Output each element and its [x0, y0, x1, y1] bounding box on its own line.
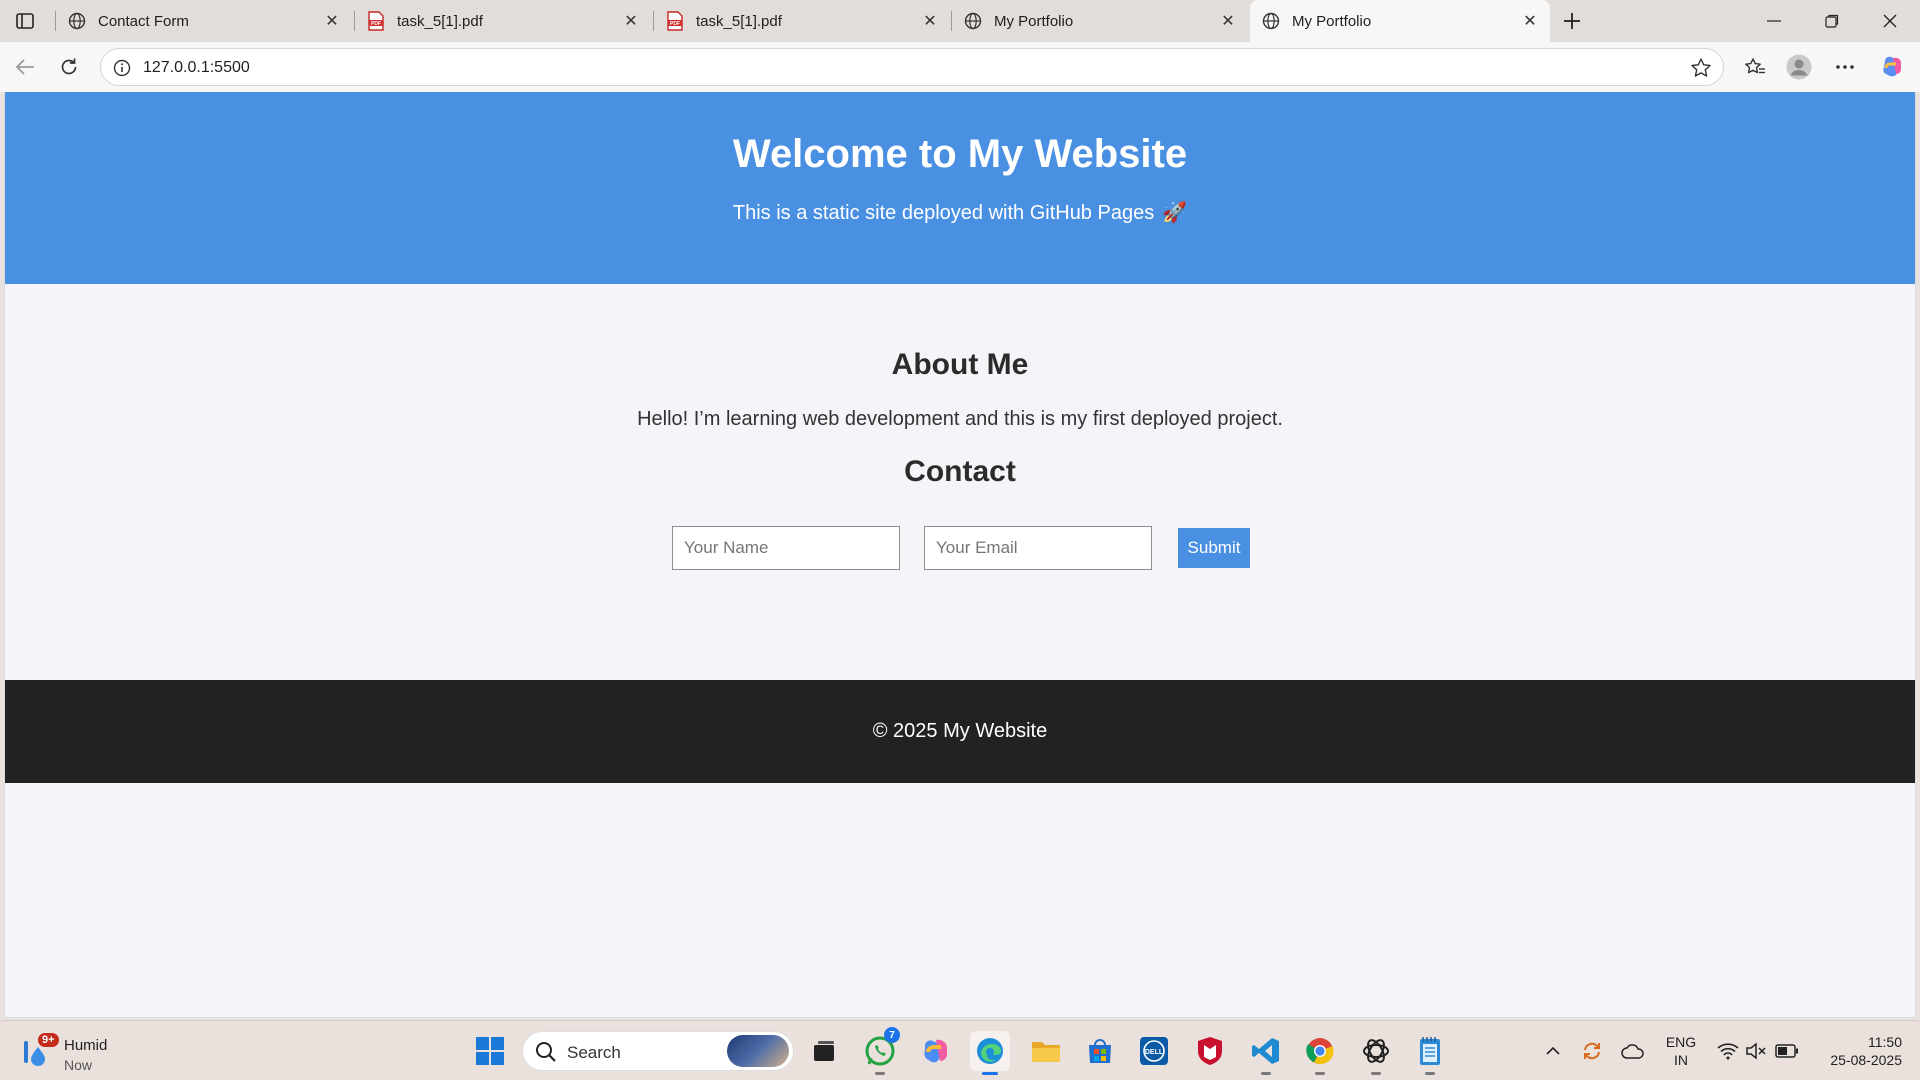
tab-title: My Portfolio [1292, 12, 1372, 30]
more-options-icon[interactable] [1828, 51, 1862, 83]
clock-time: 11:50 [1868, 1034, 1902, 1050]
tab-title: Contact Form [98, 12, 189, 30]
tab-task-pdf-2[interactable]: PDF task_5[1].pdf ✕ [654, 0, 950, 42]
globe-icon [962, 10, 984, 32]
notepad-icon[interactable] [1410, 1031, 1450, 1075]
close-icon[interactable]: ✕ [1214, 7, 1242, 35]
pdf-icon: PDF [365, 10, 387, 32]
close-icon[interactable]: ✕ [916, 7, 944, 35]
contact-heading: Contact [904, 455, 1016, 488]
tab-title: My Portfolio [994, 12, 1074, 30]
system-clock[interactable]: 11:50 25-08-2025 [1806, 1033, 1902, 1069]
language-indicator[interactable]: ENG IN [1658, 1033, 1704, 1069]
tab-contact-form[interactable]: Contact Form ✕ [56, 0, 352, 42]
tab-task-pdf-1[interactable]: PDF task_5[1].pdf ✕ [355, 0, 651, 42]
dell-icon[interactable]: DELL [1134, 1031, 1174, 1071]
web-page-viewport: Welcome to My Website This is a static s… [4, 92, 1916, 1018]
language-region: IN [1674, 1052, 1688, 1068]
microsoft-store-icon[interactable] [1080, 1031, 1120, 1071]
reload-icon[interactable] [52, 51, 86, 83]
battery-icon[interactable] [1772, 1031, 1802, 1071]
header-subtitle: This is a static site deployed with GitH… [5, 200, 1915, 225]
page-title: Welcome to My Website [732, 132, 1188, 176]
sync-icon[interactable] [1578, 1031, 1606, 1071]
restore-icon[interactable] [1804, 0, 1860, 42]
notification-badge: 9+ [38, 1033, 59, 1047]
header-subtitle-text: This is a static site deployed with GitH… [732, 202, 1155, 224]
email-input[interactable] [924, 526, 1152, 570]
svg-text:PDF: PDF [371, 21, 381, 27]
copilot-icon[interactable] [1876, 51, 1910, 83]
close-icon[interactable]: ✕ [318, 7, 346, 35]
close-icon[interactable]: ✕ [1516, 7, 1544, 35]
weather-widget[interactable]: 9+ Humid Now [20, 1029, 120, 1073]
profile-avatar-icon[interactable] [1782, 51, 1816, 83]
tab-title: task_5[1].pdf [397, 12, 483, 30]
site-footer: © 2025 My Website [5, 680, 1915, 783]
edge-browser-icon[interactable] [970, 1031, 1010, 1075]
new-tab-plus-icon[interactable] [1556, 6, 1588, 36]
vscode-icon[interactable] [1246, 1031, 1286, 1075]
favorites-icon[interactable] [1738, 51, 1772, 83]
whatsapp-icon[interactable]: 7 [860, 1027, 900, 1075]
about-heading: About Me [891, 348, 1029, 381]
windows-taskbar: 9+ Humid Now Search 7 DELL ENG IN 11:50 … [0, 1020, 1920, 1080]
address-bar[interactable]: 127.0.0.1:5500 [100, 48, 1724, 86]
tab-my-portfolio-1[interactable]: My Portfolio ✕ [952, 0, 1248, 42]
whatsapp-badge: 7 [884, 1027, 900, 1043]
clock-date: 25-08-2025 [1830, 1052, 1902, 1068]
file-explorer-icon[interactable] [1026, 1031, 1066, 1071]
favorite-star-icon[interactable] [1689, 56, 1713, 80]
tab-my-portfolio-active[interactable]: My Portfolio ✕ [1250, 0, 1550, 42]
globe-icon [66, 10, 88, 32]
task-view-icon[interactable] [804, 1031, 844, 1071]
browser-toolbar: 127.0.0.1:5500 [0, 42, 1920, 92]
site-info-icon[interactable] [111, 57, 133, 79]
show-hidden-icons-chevron-icon[interactable] [1540, 1031, 1566, 1071]
chrome-icon[interactable] [1300, 1031, 1340, 1075]
svg-text:PDF: PDF [670, 21, 680, 27]
tab-title: task_5[1].pdf [696, 12, 782, 30]
weather-time: Now [64, 1057, 93, 1073]
about-text: Hello! I’m learning web development and … [637, 408, 1283, 430]
tab-actions-menu-icon[interactable] [10, 8, 40, 34]
footer-copyright: © 2025 My Website [872, 720, 1048, 742]
svg-text:DELL: DELL [1145, 1049, 1164, 1056]
close-icon[interactable]: ✕ [617, 7, 645, 35]
site-header: Welcome to My Website This is a static s… [5, 92, 1915, 284]
start-windows-icon[interactable] [470, 1031, 510, 1071]
close-window-icon[interactable] [1862, 0, 1918, 42]
mcafee-icon[interactable] [1190, 1031, 1230, 1071]
copilot-app-icon[interactable] [916, 1031, 956, 1071]
globe-icon [1260, 10, 1282, 32]
minimize-icon[interactable] [1746, 0, 1802, 42]
rocket-emoji-icon: 🚀 [1162, 202, 1188, 224]
search-icon [536, 1042, 556, 1062]
taskbar-search[interactable]: Search [522, 1031, 794, 1071]
onedrive-cloud-icon[interactable] [1618, 1031, 1648, 1071]
language-code: ENG [1665, 1034, 1697, 1050]
name-input[interactable] [672, 526, 900, 570]
speaker-muted-icon[interactable] [1742, 1031, 1770, 1071]
chatgpt-icon[interactable] [1356, 1031, 1396, 1075]
pdf-icon: PDF [664, 10, 686, 32]
url-text[interactable]: 127.0.0.1:5500 [143, 59, 250, 77]
search-placeholder: Search [567, 1043, 621, 1062]
back-arrow-icon[interactable] [8, 51, 42, 83]
search-highlight-image [727, 1035, 789, 1067]
wifi-icon[interactable] [1714, 1031, 1742, 1071]
tab-strip: Contact Form ✕ PDF task_5[1].pdf ✕ PDF t… [0, 0, 1920, 42]
weather-condition: Humid [64, 1037, 108, 1054]
submit-button[interactable]: Submit [1178, 528, 1250, 568]
